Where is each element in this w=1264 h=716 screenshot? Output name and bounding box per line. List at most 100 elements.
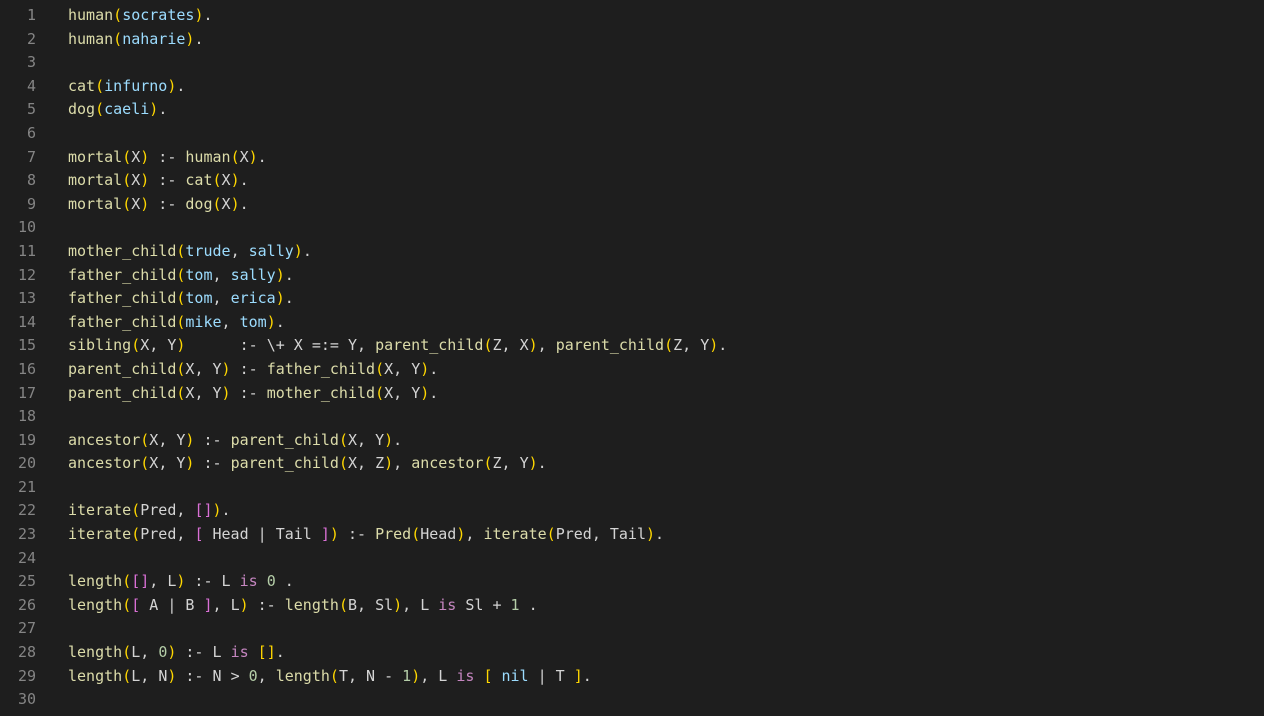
token-op: :- <box>231 384 267 402</box>
token-paren: ) <box>249 148 258 166</box>
token-paren: ( <box>95 77 104 95</box>
token-fn: parent_child <box>231 454 339 472</box>
token-fn: mortal <box>68 195 122 213</box>
token-punct: . <box>718 336 727 354</box>
code-line[interactable]: length(L, N) :- N > 0, length(T, N - 1),… <box>68 665 1264 689</box>
code-line[interactable]: ancestor(X, Y) :- parent_child(X, Z), an… <box>68 452 1264 476</box>
token-num: 0 <box>267 572 276 590</box>
code-line[interactable]: human(socrates). <box>68 4 1264 28</box>
token-punct: , <box>538 336 556 354</box>
code-editor[interactable]: 1234567891011121314151617181920212223242… <box>0 0 1264 716</box>
token-paren: ( <box>113 6 122 24</box>
code-line[interactable]: length([], L) :- L is 0 . <box>68 570 1264 594</box>
code-line[interactable]: parent_child(X, Y) :- mother_child(X, Y)… <box>68 382 1264 406</box>
token-punct: . <box>222 501 231 519</box>
code-line[interactable] <box>68 476 1264 500</box>
code-line[interactable]: length([ A | B ], L) :- length(B, Sl), L… <box>68 594 1264 618</box>
code-line[interactable]: ancestor(X, Y) :- parent_child(X, Y). <box>68 429 1264 453</box>
line-number: 6 <box>0 122 44 146</box>
token-var: A <box>140 596 167 614</box>
token-kw: is <box>240 572 258 590</box>
token-op: | <box>258 525 267 543</box>
line-number: 22 <box>0 499 44 523</box>
line-number: 5 <box>0 98 44 122</box>
token-var: X <box>149 454 158 472</box>
code-line[interactable] <box>68 216 1264 240</box>
token-var: X <box>348 454 357 472</box>
token-paren2: ] <box>321 525 330 543</box>
token-punct: , <box>213 266 231 284</box>
token-paren: ( <box>122 596 131 614</box>
token-fn: Pred <box>375 525 411 543</box>
code-line[interactable]: iterate(Pred, [ Head | Tail ]) :- Pred(H… <box>68 523 1264 547</box>
token-punct: , <box>348 667 366 685</box>
token-op: :- <box>149 148 185 166</box>
token-var: Y <box>339 336 357 354</box>
token-punct: . <box>276 313 285 331</box>
token-paren: ) <box>140 171 149 189</box>
token-atom: tom <box>185 266 212 284</box>
token-paren: ) <box>330 525 339 543</box>
token-var: N <box>213 667 231 685</box>
token-atom: naharie <box>122 30 185 48</box>
code-content[interactable]: human(socrates).human(naharie). cat(infu… <box>56 0 1264 716</box>
token-var: X <box>222 195 231 213</box>
code-line[interactable] <box>68 405 1264 429</box>
token-var: X <box>149 431 158 449</box>
line-number-gutter: 1234567891011121314151617181920212223242… <box>0 0 56 716</box>
code-line[interactable]: dog(caeli). <box>68 98 1264 122</box>
code-line[interactable] <box>68 51 1264 75</box>
code-line[interactable] <box>68 547 1264 571</box>
token-punct: . <box>429 384 438 402</box>
token-fn: father_child <box>68 289 176 307</box>
code-line[interactable]: cat(infurno). <box>68 75 1264 99</box>
token-var: Pred <box>140 501 176 519</box>
token-paren: ( <box>131 336 140 354</box>
token-op <box>249 643 258 661</box>
token-var: Pred <box>140 525 176 543</box>
token-var: X <box>384 360 393 378</box>
token-paren: ( <box>140 431 149 449</box>
token-paren: ) <box>393 596 402 614</box>
token-var: Tail <box>267 525 321 543</box>
line-number: 13 <box>0 287 44 311</box>
token-fn: mortal <box>68 171 122 189</box>
token-var: L <box>222 572 240 590</box>
token-punct: . <box>393 431 402 449</box>
line-number: 15 <box>0 334 44 358</box>
token-paren: ( <box>113 30 122 48</box>
token-paren: ( <box>122 572 131 590</box>
code-line[interactable]: mortal(X) :- dog(X). <box>68 193 1264 217</box>
token-var: L <box>420 596 438 614</box>
token-paren: ) <box>709 336 718 354</box>
code-line[interactable]: mortal(X) :- cat(X). <box>68 169 1264 193</box>
token-var: Y <box>213 384 222 402</box>
token-paren: ( <box>339 454 348 472</box>
code-line[interactable]: parent_child(X, Y) :- father_child(X, Y)… <box>68 358 1264 382</box>
token-paren: ) <box>276 266 285 284</box>
token-fn: length <box>68 643 122 661</box>
line-number: 24 <box>0 547 44 571</box>
code-line[interactable]: mother_child(trude, sally). <box>68 240 1264 264</box>
code-line[interactable]: father_child(tom, sally). <box>68 264 1264 288</box>
code-line[interactable]: father_child(tom, erica). <box>68 287 1264 311</box>
line-number: 2 <box>0 28 44 52</box>
code-line[interactable]: iterate(Pred, []). <box>68 499 1264 523</box>
token-fn: length <box>68 572 122 590</box>
code-line[interactable]: mortal(X) :- human(X). <box>68 146 1264 170</box>
code-line[interactable]: length(L, 0) :- L is []. <box>68 641 1264 665</box>
code-line[interactable]: human(naharie). <box>68 28 1264 52</box>
token-num: 1 <box>511 596 520 614</box>
token-punct: . <box>285 266 294 284</box>
line-number: 29 <box>0 665 44 689</box>
token-punct: , <box>222 313 240 331</box>
token-op: :- <box>185 336 266 354</box>
code-line[interactable]: sibling(X, Y) :- \+ X =:= Y, parent_chil… <box>68 334 1264 358</box>
token-punct: , <box>149 572 167 590</box>
token-op <box>258 572 267 590</box>
code-line[interactable] <box>68 688 1264 712</box>
code-line[interactable] <box>68 122 1264 146</box>
token-var: Y <box>411 384 420 402</box>
code-line[interactable] <box>68 617 1264 641</box>
code-line[interactable]: father_child(mike, tom). <box>68 311 1264 335</box>
